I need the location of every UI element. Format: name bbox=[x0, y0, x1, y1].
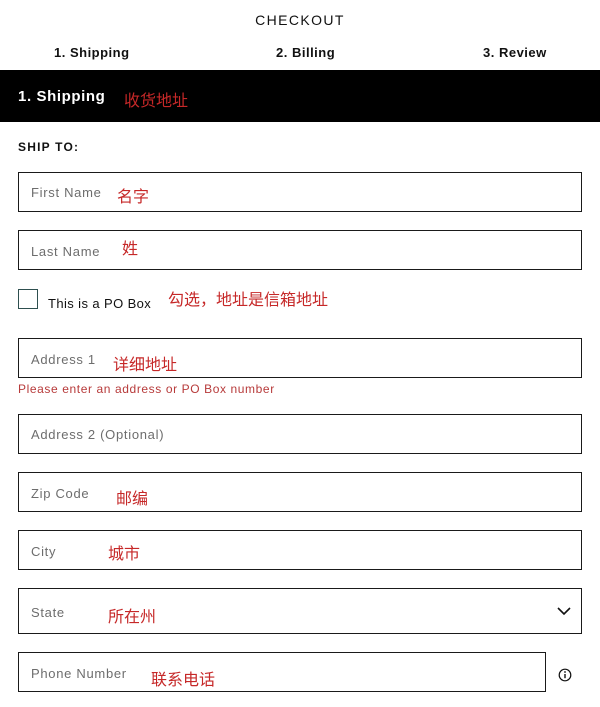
zip-code-annotation: 邮编 bbox=[116, 489, 149, 508]
city-annotation: 城市 bbox=[108, 544, 141, 563]
city-field[interactable]: City 城市 bbox=[18, 530, 582, 570]
address2-placeholder: Address 2 (Optional) bbox=[31, 427, 165, 442]
section-header: 1. Shipping 收货地址 bbox=[0, 70, 600, 122]
zip-code-placeholder: Zip Code bbox=[31, 486, 90, 501]
state-annotation: 所在州 bbox=[108, 607, 157, 626]
state-select[interactable]: State 所在州 bbox=[18, 588, 582, 634]
first-name-field[interactable]: First Name 名字 bbox=[18, 172, 582, 212]
phone-number-field[interactable]: Phone Number 联系电话 bbox=[18, 652, 546, 692]
address1-field[interactable]: Address 1 详细地址 bbox=[18, 338, 582, 378]
po-box-label[interactable]: This is a PO Box bbox=[48, 296, 151, 311]
first-name-placeholder: First Name bbox=[31, 185, 102, 200]
phone-number-annotation: 联系电话 bbox=[151, 670, 216, 689]
state-placeholder: State bbox=[31, 605, 65, 620]
phone-number-placeholder: Phone Number bbox=[31, 666, 127, 681]
po-box-checkbox[interactable] bbox=[18, 289, 38, 309]
page-title: CHECKOUT bbox=[255, 12, 345, 28]
address1-error: Please enter an address or PO Box number bbox=[18, 382, 275, 396]
chevron-down-icon[interactable] bbox=[557, 606, 571, 616]
po-box-annotation: 勾选，地址是信箱地址 bbox=[168, 290, 329, 309]
section-title: 1. Shipping bbox=[18, 88, 106, 105]
last-name-field[interactable]: Last Name 姓 bbox=[18, 230, 582, 270]
info-icon[interactable] bbox=[558, 668, 572, 682]
address1-placeholder: Address 1 bbox=[31, 352, 96, 367]
address1-annotation: 详细地址 bbox=[113, 355, 178, 374]
last-name-placeholder: Last Name bbox=[31, 244, 101, 259]
first-name-annotation: 名字 bbox=[117, 187, 150, 206]
last-name-annotation: 姓 bbox=[122, 239, 139, 258]
step-shipping[interactable]: 1. Shipping bbox=[54, 45, 130, 60]
step-review[interactable]: 3. Review bbox=[483, 45, 547, 60]
zip-code-field[interactable]: Zip Code 邮编 bbox=[18, 472, 582, 512]
ship-to-label: SHIP TO: bbox=[18, 140, 80, 154]
section-annotation: 收货地址 bbox=[124, 91, 189, 110]
step-billing[interactable]: 2. Billing bbox=[276, 45, 335, 60]
address2-field[interactable]: Address 2 (Optional) bbox=[18, 414, 582, 454]
city-placeholder: City bbox=[31, 544, 57, 559]
